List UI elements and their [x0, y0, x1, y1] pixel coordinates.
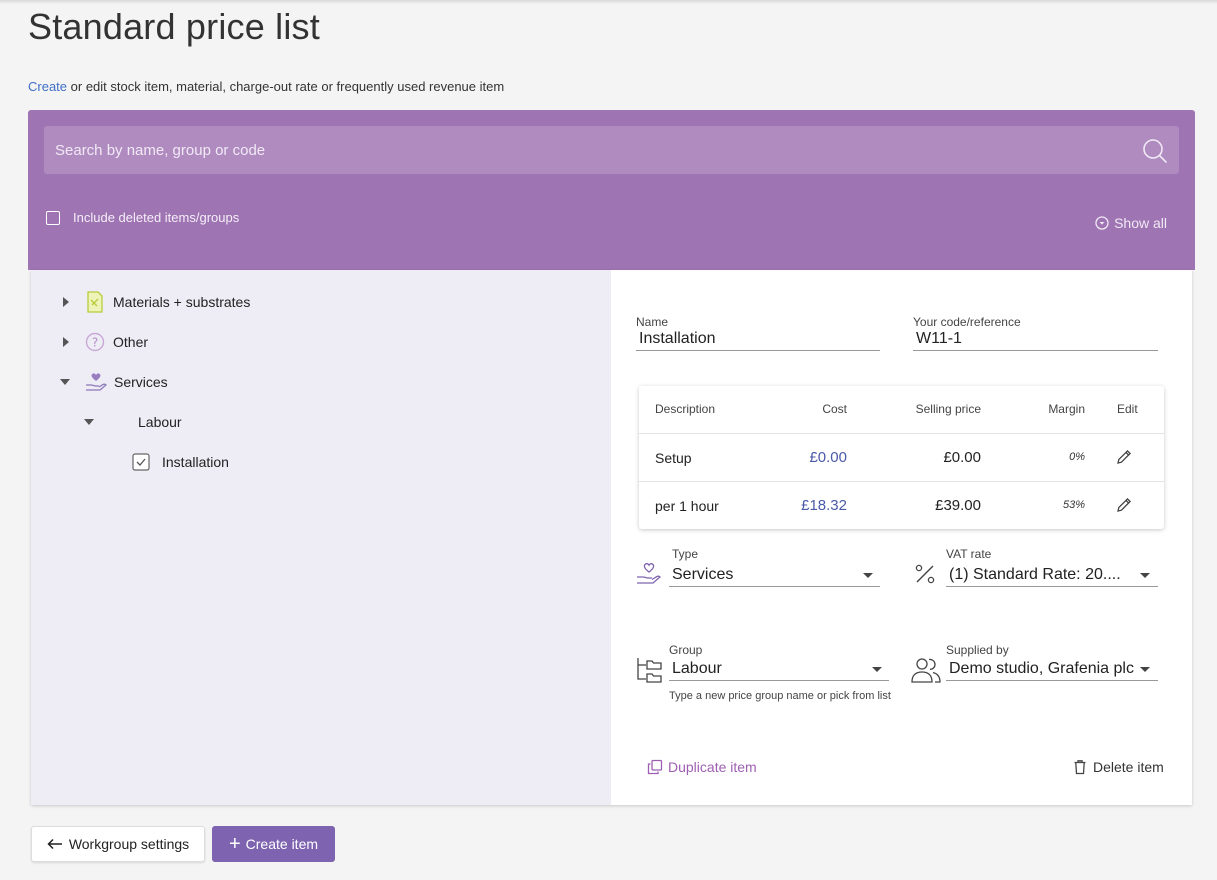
copy-icon: [647, 759, 663, 775]
plus-icon: +: [228, 833, 241, 855]
name-label: Name: [636, 315, 669, 329]
caret-right-icon[interactable]: [63, 337, 69, 347]
top-shadow: [0, 0, 1217, 4]
create-item-button[interactable]: + Create item: [212, 826, 335, 862]
search-input[interactable]: [44, 126, 1129, 174]
vat-select[interactable]: (1) Standard Rate: 20....: [946, 566, 1158, 587]
pencil-icon[interactable]: [1115, 448, 1133, 466]
tree-item-labour[interactable]: Labour: [84, 409, 182, 435]
percent-icon: [915, 564, 935, 584]
chevron-down-icon[interactable]: [1140, 667, 1150, 672]
include-deleted-checkbox[interactable]: [46, 210, 60, 225]
row-cost[interactable]: £0.00: [769, 449, 847, 466]
arrow-left-icon: [47, 838, 62, 850]
caret-down-icon[interactable]: [84, 419, 94, 425]
group-label: Group: [669, 643, 703, 657]
tree-item-services[interactable]: Services: [60, 369, 168, 395]
workgroup-settings-button[interactable]: Workgroup settings: [31, 826, 205, 862]
hand-heart-icon: [86, 373, 107, 391]
supplied-by-label: Supplied by: [946, 643, 1009, 657]
duplicate-item-button[interactable]: Duplicate item: [647, 759, 757, 775]
code-input[interactable]: W11-1: [913, 330, 1158, 351]
pencil-icon[interactable]: [1115, 496, 1133, 514]
document-icon: [87, 291, 103, 313]
users-icon: [911, 658, 941, 683]
tree-item-installation[interactable]: Installation: [132, 449, 229, 475]
tree-item-other[interactable]: ? Other: [63, 329, 148, 355]
search-box: [44, 126, 1179, 174]
table-divider: [639, 433, 1164, 434]
page-title: Standard price list: [28, 6, 320, 47]
show-all-button[interactable]: Show all: [1095, 215, 1167, 231]
vat-label: VAT rate: [946, 547, 992, 561]
supplied-by-select[interactable]: Demo studio, Grafenia plc: [946, 660, 1158, 681]
subtitle-text: or edit stock item, material, charge-out…: [67, 79, 505, 94]
include-deleted-label: Include deleted items/groups: [73, 210, 240, 225]
table-divider: [639, 481, 1164, 482]
column-header-cost: Cost: [822, 402, 847, 416]
price-table: Description Cost Selling price Margin Ed…: [639, 386, 1164, 529]
tree-item-label: Materials + substrates: [113, 294, 251, 310]
trash-icon: [1074, 760, 1086, 775]
delete-item-label: Delete item: [1093, 759, 1164, 775]
detail-panel: Name Installation Your code/reference W1…: [611, 270, 1192, 805]
checkbox-checked-icon[interactable]: [132, 453, 150, 471]
question-icon: ?: [85, 332, 105, 352]
column-header-margin: Margin: [1048, 402, 1085, 416]
row-description: Setup: [655, 450, 692, 466]
type-label: Type: [672, 547, 699, 561]
workgroup-settings-label: Workgroup settings: [68, 836, 190, 852]
row-cost[interactable]: £18.32: [769, 497, 847, 514]
column-header-edit: Edit: [1117, 402, 1138, 416]
column-header-description: Description: [655, 402, 716, 416]
row-margin: 53%: [1062, 499, 1085, 511]
name-input[interactable]: Installation: [636, 330, 880, 351]
row-description: per 1 hour: [655, 498, 719, 514]
chevron-down-icon[interactable]: [863, 573, 873, 578]
row-selling-price: £39.00: [935, 497, 981, 514]
delete-item-button[interactable]: Delete item: [1072, 759, 1164, 775]
include-deleted-row[interactable]: Include deleted items/groups: [46, 210, 239, 225]
code-label: Your code/reference: [913, 315, 1021, 329]
caret-down-icon[interactable]: [60, 379, 70, 385]
create-item-label: Create item: [245, 836, 319, 852]
chevron-down-icon[interactable]: [872, 667, 882, 672]
tree-panel: Materials + substrates ? Other Services …: [31, 270, 611, 805]
chevron-circle-down-icon: [1095, 216, 1109, 230]
chevron-down-icon[interactable]: [1140, 573, 1150, 578]
svg-text:?: ?: [92, 336, 98, 350]
group-helper-text: Type a new price group name or pick from…: [669, 690, 891, 702]
caret-right-icon[interactable]: [63, 297, 69, 307]
tree-item-label: Other: [113, 334, 149, 350]
show-all-label: Show all: [1114, 215, 1167, 231]
type-select[interactable]: Services: [669, 566, 880, 587]
row-margin: 0%: [1069, 451, 1085, 463]
column-header-selling-price: Selling price: [915, 402, 981, 416]
tree-item-materials[interactable]: Materials + substrates: [63, 289, 250, 315]
group-input[interactable]: Labour: [669, 660, 889, 681]
search-panel: Include deleted items/groups Show all: [28, 110, 1195, 270]
hand-heart-icon: [637, 563, 661, 584]
tree-item-label: Labour: [138, 414, 182, 430]
create-link[interactable]: Create: [28, 79, 67, 94]
folder-tree-icon: [637, 658, 662, 683]
page-subtitle: Create or edit stock item, material, cha…: [28, 79, 504, 94]
row-selling-price: £0.00: [943, 449, 981, 466]
tree-item-label: Services: [114, 374, 168, 390]
duplicate-item-label: Duplicate item: [668, 759, 757, 775]
search-icon[interactable]: [1141, 137, 1169, 165]
content-card: Materials + substrates ? Other Services …: [31, 270, 1192, 805]
tree-item-label: Installation: [162, 454, 229, 470]
